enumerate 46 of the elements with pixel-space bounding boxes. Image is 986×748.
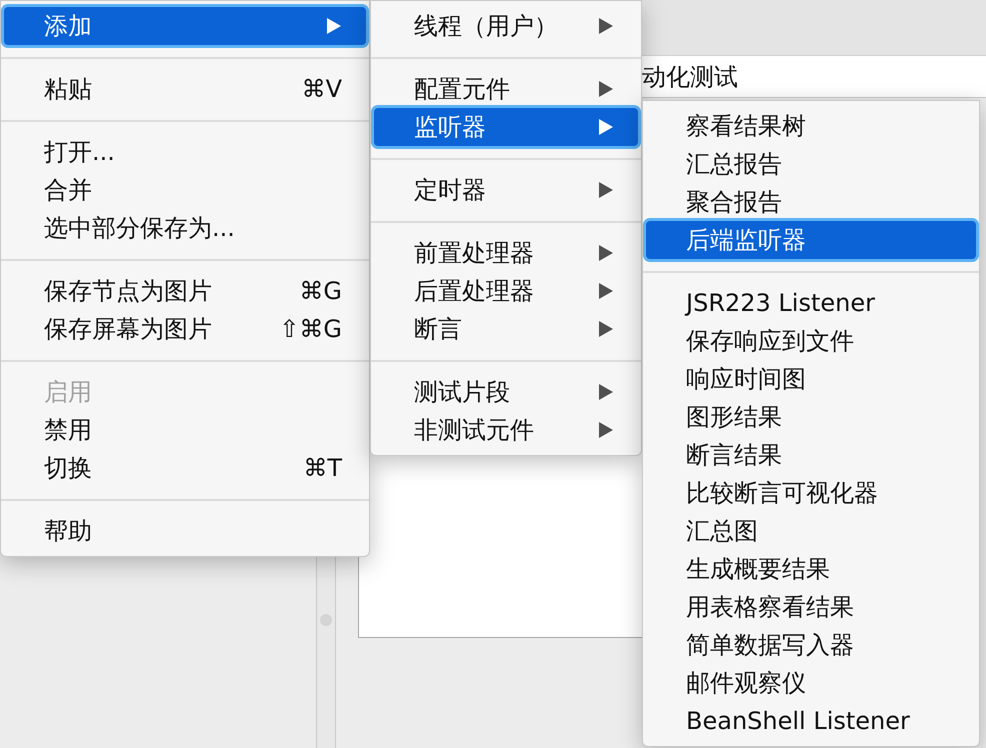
menu-item[interactable]: 比较断言可视化器 — [646, 474, 976, 512]
submenu-arrow-icon — [598, 17, 614, 35]
menu-item[interactable]: 生成概要结果 — [646, 550, 976, 588]
menu-item[interactable]: 图形结果 — [646, 398, 976, 436]
menu-item[interactable]: 非测试元件 — [374, 411, 638, 449]
menu-item[interactable]: 帮助 — [4, 512, 366, 550]
menu-item[interactable]: 断言 — [374, 310, 638, 348]
shortcut-label: ⌘T — [303, 456, 342, 480]
menu-item[interactable]: 添加 — [4, 7, 366, 45]
submenu-arrow-icon — [598, 244, 614, 262]
submenu-arrow-icon — [598, 118, 614, 136]
menu-item[interactable]: 合并 — [4, 171, 366, 209]
submenu-arrow-icon — [598, 383, 614, 401]
submenu-arrow-icon — [598, 80, 614, 98]
menu-item[interactable]: 保存节点为图片 ⌘G — [4, 272, 366, 310]
menu-item[interactable]: 断言结果 — [646, 436, 976, 474]
menu-item[interactable]: 切换 ⌘T — [4, 449, 366, 487]
menu-item[interactable]: 测试片段 — [374, 373, 638, 411]
menu-item[interactable]: 后端监听器 — [646, 221, 976, 259]
menu-item[interactable]: 汇总图 — [646, 512, 976, 550]
menu-item[interactable]: 聚合报告 — [646, 183, 976, 221]
menu-item[interactable]: 汇总报告 — [646, 145, 976, 183]
menu-item[interactable]: 选中部分保存为... — [4, 209, 366, 247]
shortcut-label: ⌘G — [299, 279, 342, 303]
menu-item[interactable]: 用表格察看结果 — [646, 588, 976, 626]
menu-item[interactable]: BeanShell Listener — [646, 702, 976, 740]
menu-item[interactable]: 定时器 — [374, 171, 638, 209]
menu-item[interactable]: 简单数据写入器 — [646, 626, 976, 664]
menu-item[interactable]: 禁用 — [4, 411, 366, 449]
menu-item[interactable]: 监听器 — [374, 108, 638, 146]
menu-item[interactable]: 察看结果树 — [646, 107, 976, 145]
submenu-arrow-icon — [598, 421, 614, 439]
submenu-arrow-icon — [598, 181, 614, 199]
menu-item[interactable]: 后置处理器 — [374, 272, 638, 310]
shortcut-label: ⇧⌘G — [279, 317, 342, 341]
menu-item[interactable]: 线程（用户） — [374, 7, 638, 45]
submenu-arrow-icon — [598, 320, 614, 338]
submenu-arrow-icon — [326, 17, 342, 35]
menu-item[interactable]: 保存响应到文件 — [646, 322, 976, 360]
menu-item[interactable]: 打开... — [4, 133, 366, 171]
menu-item[interactable]: 前置处理器 — [374, 234, 638, 272]
menu-item[interactable]: 邮件观察仪 — [646, 664, 976, 702]
submenu-arrow-icon — [598, 282, 614, 300]
menu-item[interactable]: 保存屏幕为图片 ⇧⌘G — [4, 310, 366, 348]
menu-item[interactable]: 响应时间图 — [646, 360, 976, 398]
menu-item[interactable]: JSR223 Listener — [646, 284, 976, 322]
